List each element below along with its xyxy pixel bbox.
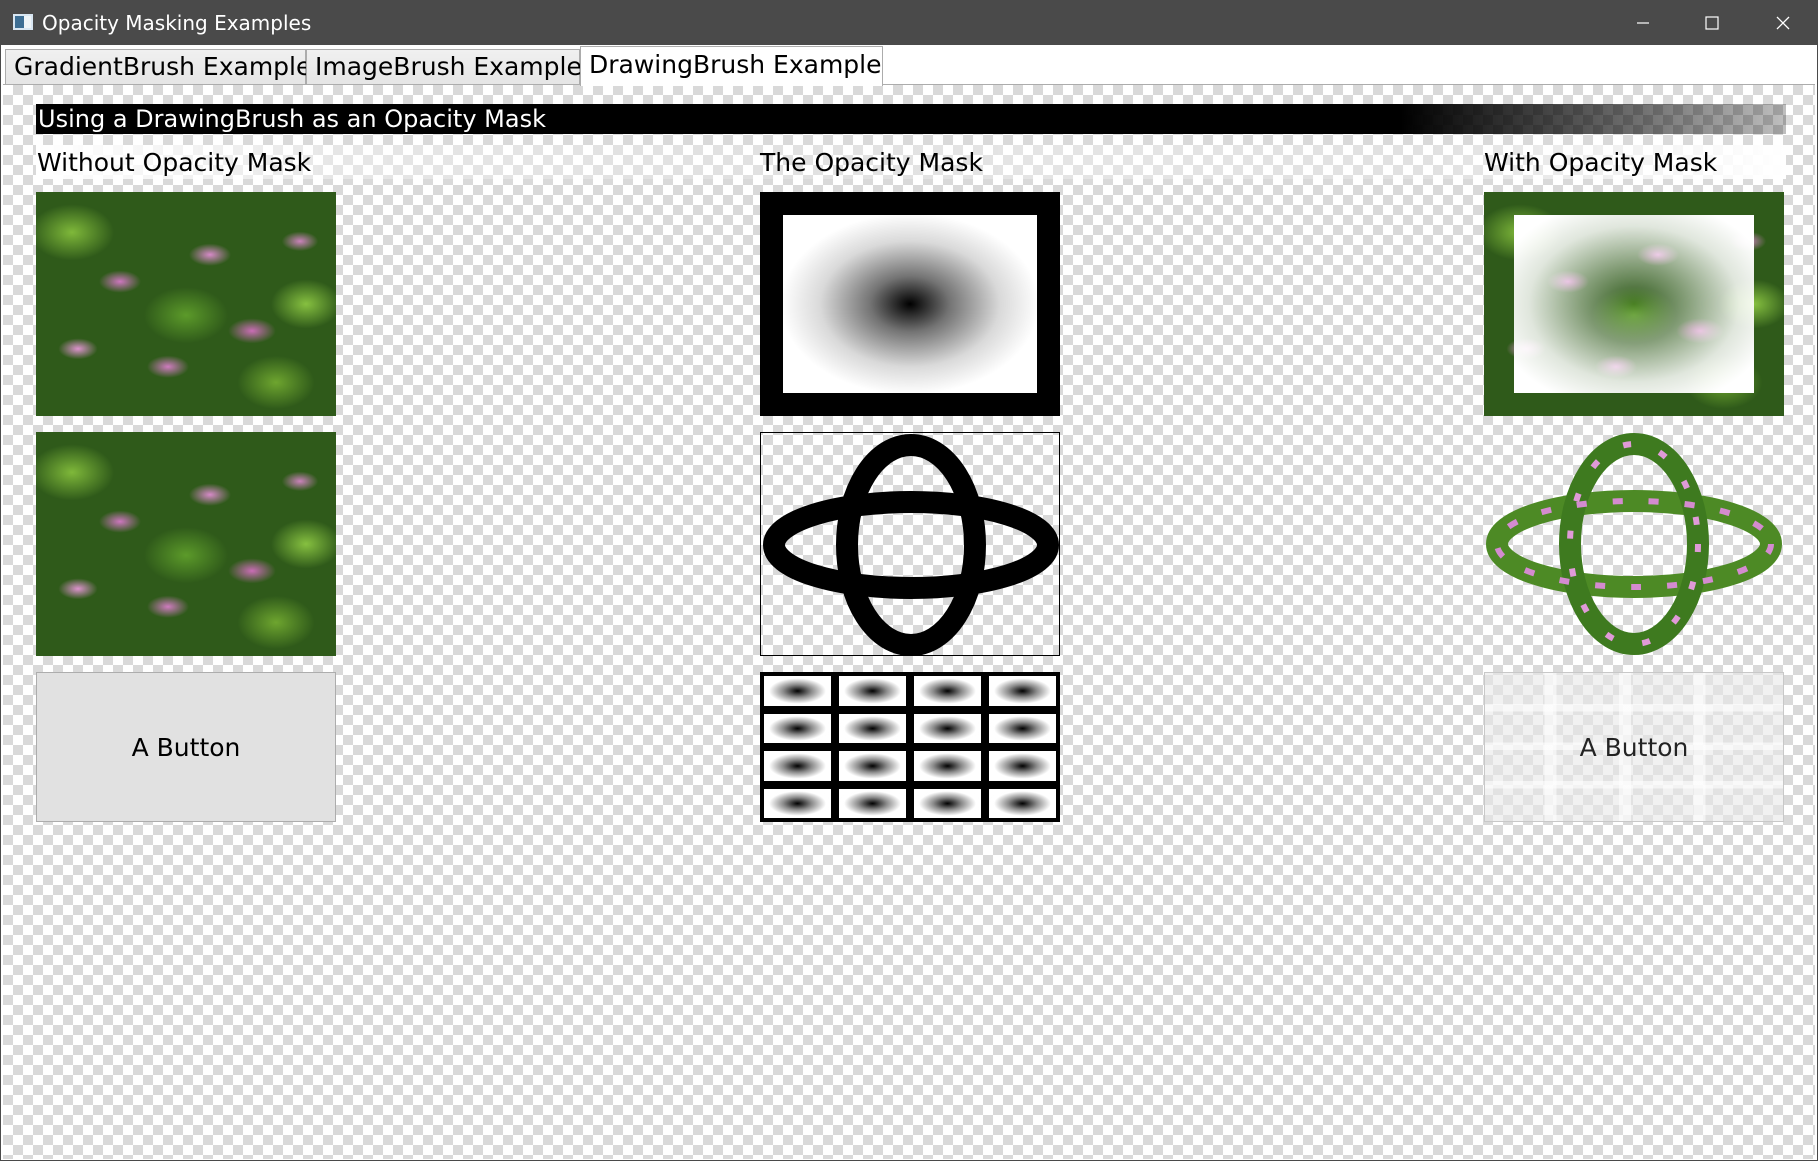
mask-tile — [764, 713, 831, 743]
radial-gradient-frame-mask — [760, 192, 1060, 416]
page-title: Using a DrawingBrush as an Opacity Mask — [38, 105, 546, 133]
masked-water-lilies-ellipses — [1484, 432, 1784, 656]
tab-drawingbrush[interactable]: DrawingBrush Example — [580, 46, 883, 86]
crossed-ellipses-shape — [763, 434, 1059, 656]
heading-banner: Using a DrawingBrush as an Opacity Mask — [36, 104, 1786, 134]
mask-tile — [914, 676, 981, 706]
mask-tile — [914, 751, 981, 781]
minimize-button[interactable] — [1609, 1, 1677, 45]
close-icon — [1776, 16, 1790, 30]
tab-imagebrush[interactable]: ImageBrush Example — [306, 49, 582, 85]
mask-tile — [764, 676, 831, 706]
column-label-without-mask: Without Opacity Mask — [37, 148, 312, 177]
crossed-ellipses-shape — [1486, 433, 1782, 655]
window-title: Opacity Masking Examples — [42, 11, 312, 35]
title-bar[interactable]: Opacity Masking Examples — [1, 1, 1817, 45]
mask-tile — [764, 788, 831, 818]
maximize-icon — [1705, 16, 1719, 30]
tab-gradientbrush[interactable]: GradientBrush Example — [5, 49, 311, 85]
mask-tile — [764, 751, 831, 781]
mask-tile — [989, 788, 1056, 818]
column-label-the-mask: The Opacity Mask — [760, 148, 983, 177]
close-button[interactable] — [1749, 1, 1817, 45]
mask-fade-overlay — [1514, 215, 1754, 393]
masked-water-lilies-image — [1484, 192, 1784, 416]
mask-tile — [839, 713, 906, 743]
masked-sample-button[interactable]: A Button — [1484, 672, 1784, 822]
sample-button[interactable]: A Button — [36, 672, 336, 822]
maximize-button[interactable] — [1678, 1, 1746, 45]
minimize-icon — [1637, 22, 1649, 24]
water-lilies-image — [36, 192, 336, 416]
mask-tile — [839, 751, 906, 781]
mask-tile — [989, 751, 1056, 781]
ellipses-mask — [760, 432, 1060, 656]
tiled-gradient-mask — [760, 672, 1060, 822]
app-window: Opacity Masking Examples GradientBrush E… — [0, 0, 1818, 1161]
mask-tile — [914, 788, 981, 818]
mask-tile — [914, 713, 981, 743]
tab-content-panel: Using a DrawingBrush as an Opacity Mask … — [3, 84, 1815, 1159]
mask-tile — [989, 676, 1056, 706]
mask-tile — [989, 713, 1056, 743]
column-label-with-mask: With Opacity Mask — [1484, 148, 1718, 177]
mask-tile — [839, 676, 906, 706]
app-window-icon — [13, 14, 33, 30]
water-lilies-image — [36, 432, 336, 656]
mask-tile — [839, 788, 906, 818]
tab-strip: GradientBrush Example ImageBrush Example… — [1, 45, 1817, 86]
